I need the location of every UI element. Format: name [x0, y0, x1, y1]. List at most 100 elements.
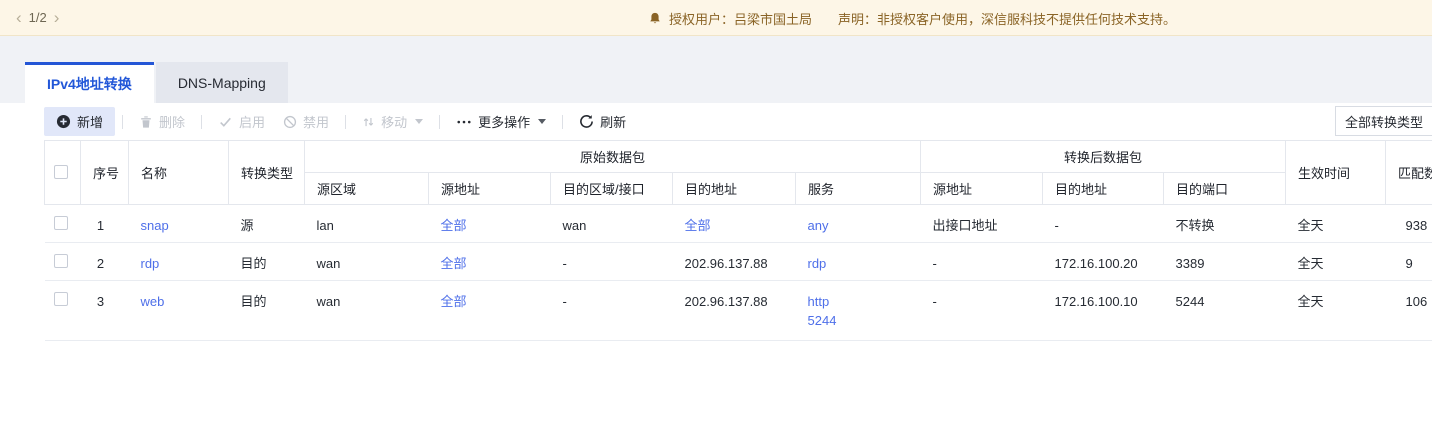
toolbar-divider [439, 115, 440, 129]
license-message: 授权用户：吕梁市国土局 声明：非授权客户使用，深信服科技不提供任何技术支持。 [648, 0, 1176, 36]
translation-type-filter-value: 全部转换类型 [1345, 112, 1423, 131]
rule-name-link[interactable]: web [141, 292, 165, 311]
row-checkbox[interactable] [54, 292, 68, 306]
cell-orig-dst-addr: 全部 [673, 205, 796, 243]
col-header-orig-src-zone[interactable]: 源区域 [305, 173, 429, 205]
next-page-icon[interactable]: › [54, 9, 60, 26]
cell-type: 源 [229, 205, 305, 243]
service-link[interactable]: rdp [808, 254, 827, 273]
cell-no: 2 [81, 243, 129, 281]
delete-button[interactable]: 删除 [130, 107, 194, 136]
cell-match-count: 938 [1386, 205, 1432, 243]
service-link[interactable]: 5244 [808, 311, 837, 330]
cell-orig-src-zone: wan [305, 243, 429, 281]
bell-icon [648, 11, 662, 26]
cell-trans-src-addr: 出接口地址 [921, 205, 1043, 243]
page-indicator: 1/2 [29, 10, 47, 25]
table-row: 2 rdp 目的 wan 全部 - 202.96.137.88 rdp - 17… [45, 243, 1432, 281]
cell-trans-dst-addr: 172.16.100.10 [1043, 281, 1164, 341]
rule-name-link[interactable]: snap [141, 216, 169, 235]
toolbar-divider [345, 115, 346, 129]
chevron-down-icon [415, 119, 423, 124]
cell-service: rdp [796, 243, 921, 281]
cell-orig-dst-zone: - [551, 281, 673, 341]
cell-trans-dst-addr: 172.16.100.20 [1043, 243, 1164, 281]
col-header-orig-src-addr[interactable]: 源地址 [429, 173, 551, 205]
col-group-original-packet: 原始数据包 [305, 141, 921, 173]
cell-trans-dst-port: 3389 [1164, 243, 1286, 281]
cell-orig-dst-addr: 202.96.137.88 [673, 281, 796, 341]
col-header-trans-dst-port[interactable]: 目的端口 [1164, 173, 1286, 205]
tab-ipv4-nat[interactable]: IPv4地址转换 [25, 62, 154, 103]
refresh-icon [579, 114, 594, 129]
cell-match-count: 9 [1386, 243, 1432, 281]
translation-type-filter[interactable]: 全部转换类型 [1335, 106, 1432, 136]
col-header-trans-src-addr[interactable]: 源地址 [921, 173, 1043, 205]
more-actions-button[interactable]: 更多操作 [447, 107, 555, 136]
refresh-button[interactable]: 刷新 [570, 107, 635, 136]
cell-orig-src-zone: lan [305, 205, 429, 243]
cell-no: 1 [81, 205, 129, 243]
row-checkbox[interactable] [54, 216, 68, 230]
cell-no: 3 [81, 281, 129, 341]
cell-type: 目的 [229, 281, 305, 341]
prev-page-icon[interactable]: ‹ [16, 9, 22, 26]
trash-icon [139, 115, 153, 129]
col-group-translated-packet: 转换后数据包 [921, 141, 1286, 173]
col-header-match-count[interactable]: 匹配数 [1386, 141, 1432, 205]
toolbar: 新增 删除 启用 禁用 [0, 103, 1432, 140]
cell-name: rdp [129, 243, 229, 281]
enable-button-label: 启用 [239, 112, 265, 131]
dst-addr-link[interactable]: 全部 [685, 216, 711, 235]
cell-orig-src-addr: 全部 [429, 281, 551, 341]
service-link[interactable]: http [808, 292, 830, 311]
cell-match-count: 106 [1386, 281, 1432, 341]
col-header-effective-time[interactable]: 生效时间 [1286, 141, 1386, 205]
cell-trans-src-addr: - [921, 281, 1043, 341]
cell-effective-time: 全天 [1286, 205, 1386, 243]
toolbar-divider [201, 115, 202, 129]
service-link[interactable]: any [808, 216, 829, 235]
col-header-type[interactable]: 转换类型 [229, 141, 305, 205]
src-addr-link[interactable]: 全部 [441, 216, 467, 235]
nat-config-page: ‹ 1/2 › 授权用户：吕梁市国土局 声明：非授权客户使用，深信服科技不提供任… [0, 0, 1432, 442]
tab-dns-mapping[interactable]: DNS-Mapping [156, 62, 288, 103]
cell-type: 目的 [229, 243, 305, 281]
src-addr-link[interactable]: 全部 [441, 254, 467, 273]
cell-trans-dst-port: 不转换 [1164, 205, 1286, 243]
cell-service: http 5244 [796, 281, 921, 341]
cell-orig-src-addr: 全部 [429, 243, 551, 281]
src-addr-link[interactable]: 全部 [441, 292, 467, 311]
toolbar-divider [122, 115, 123, 129]
move-button[interactable]: 移动 [353, 107, 432, 136]
col-header-name[interactable]: 名称 [129, 141, 229, 205]
add-button-label: 新增 [77, 112, 103, 131]
select-all-checkbox[interactable] [54, 165, 68, 179]
cell-orig-dst-zone: - [551, 243, 673, 281]
cell-service: any [796, 205, 921, 243]
ban-icon [283, 115, 297, 129]
disable-button[interactable]: 禁用 [274, 107, 338, 136]
plus-circle-icon [56, 114, 71, 129]
table-row: 1 snap 源 lan 全部 wan 全部 any 出接口地址 - 不转换 全… [45, 205, 1432, 243]
enable-button[interactable]: 启用 [209, 107, 274, 136]
nat-rules-table: 序号 名称 转换类型 原始数据包 转换后数据包 生效时间 匹配数 源区域 源地址… [44, 140, 1432, 341]
ellipsis-icon [456, 115, 472, 129]
disclaimer-text: 声明：非授权客户使用，深信服科技不提供任何技术支持。 [838, 9, 1176, 28]
cell-orig-src-addr: 全部 [429, 205, 551, 243]
col-header-service[interactable]: 服务 [796, 173, 921, 205]
cell-trans-dst-port: 5244 [1164, 281, 1286, 341]
rule-name-link[interactable]: rdp [141, 254, 160, 273]
table-container: 序号 名称 转换类型 原始数据包 转换后数据包 生效时间 匹配数 源区域 源地址… [0, 140, 1432, 341]
row-checkbox[interactable] [54, 254, 68, 268]
col-header-no[interactable]: 序号 [81, 141, 129, 205]
col-header-orig-dst-addr[interactable]: 目的地址 [673, 173, 796, 205]
cell-trans-dst-addr: - [1043, 205, 1164, 243]
disable-button-label: 禁用 [303, 112, 329, 131]
cell-orig-dst-addr: 202.96.137.88 [673, 243, 796, 281]
add-button[interactable]: 新增 [44, 107, 115, 136]
move-up-down-icon [362, 115, 375, 129]
col-header-orig-dst-zone[interactable]: 目的区域/接口 [551, 173, 673, 205]
col-header-trans-dst-addr[interactable]: 目的地址 [1043, 173, 1164, 205]
delete-button-label: 删除 [159, 112, 185, 131]
